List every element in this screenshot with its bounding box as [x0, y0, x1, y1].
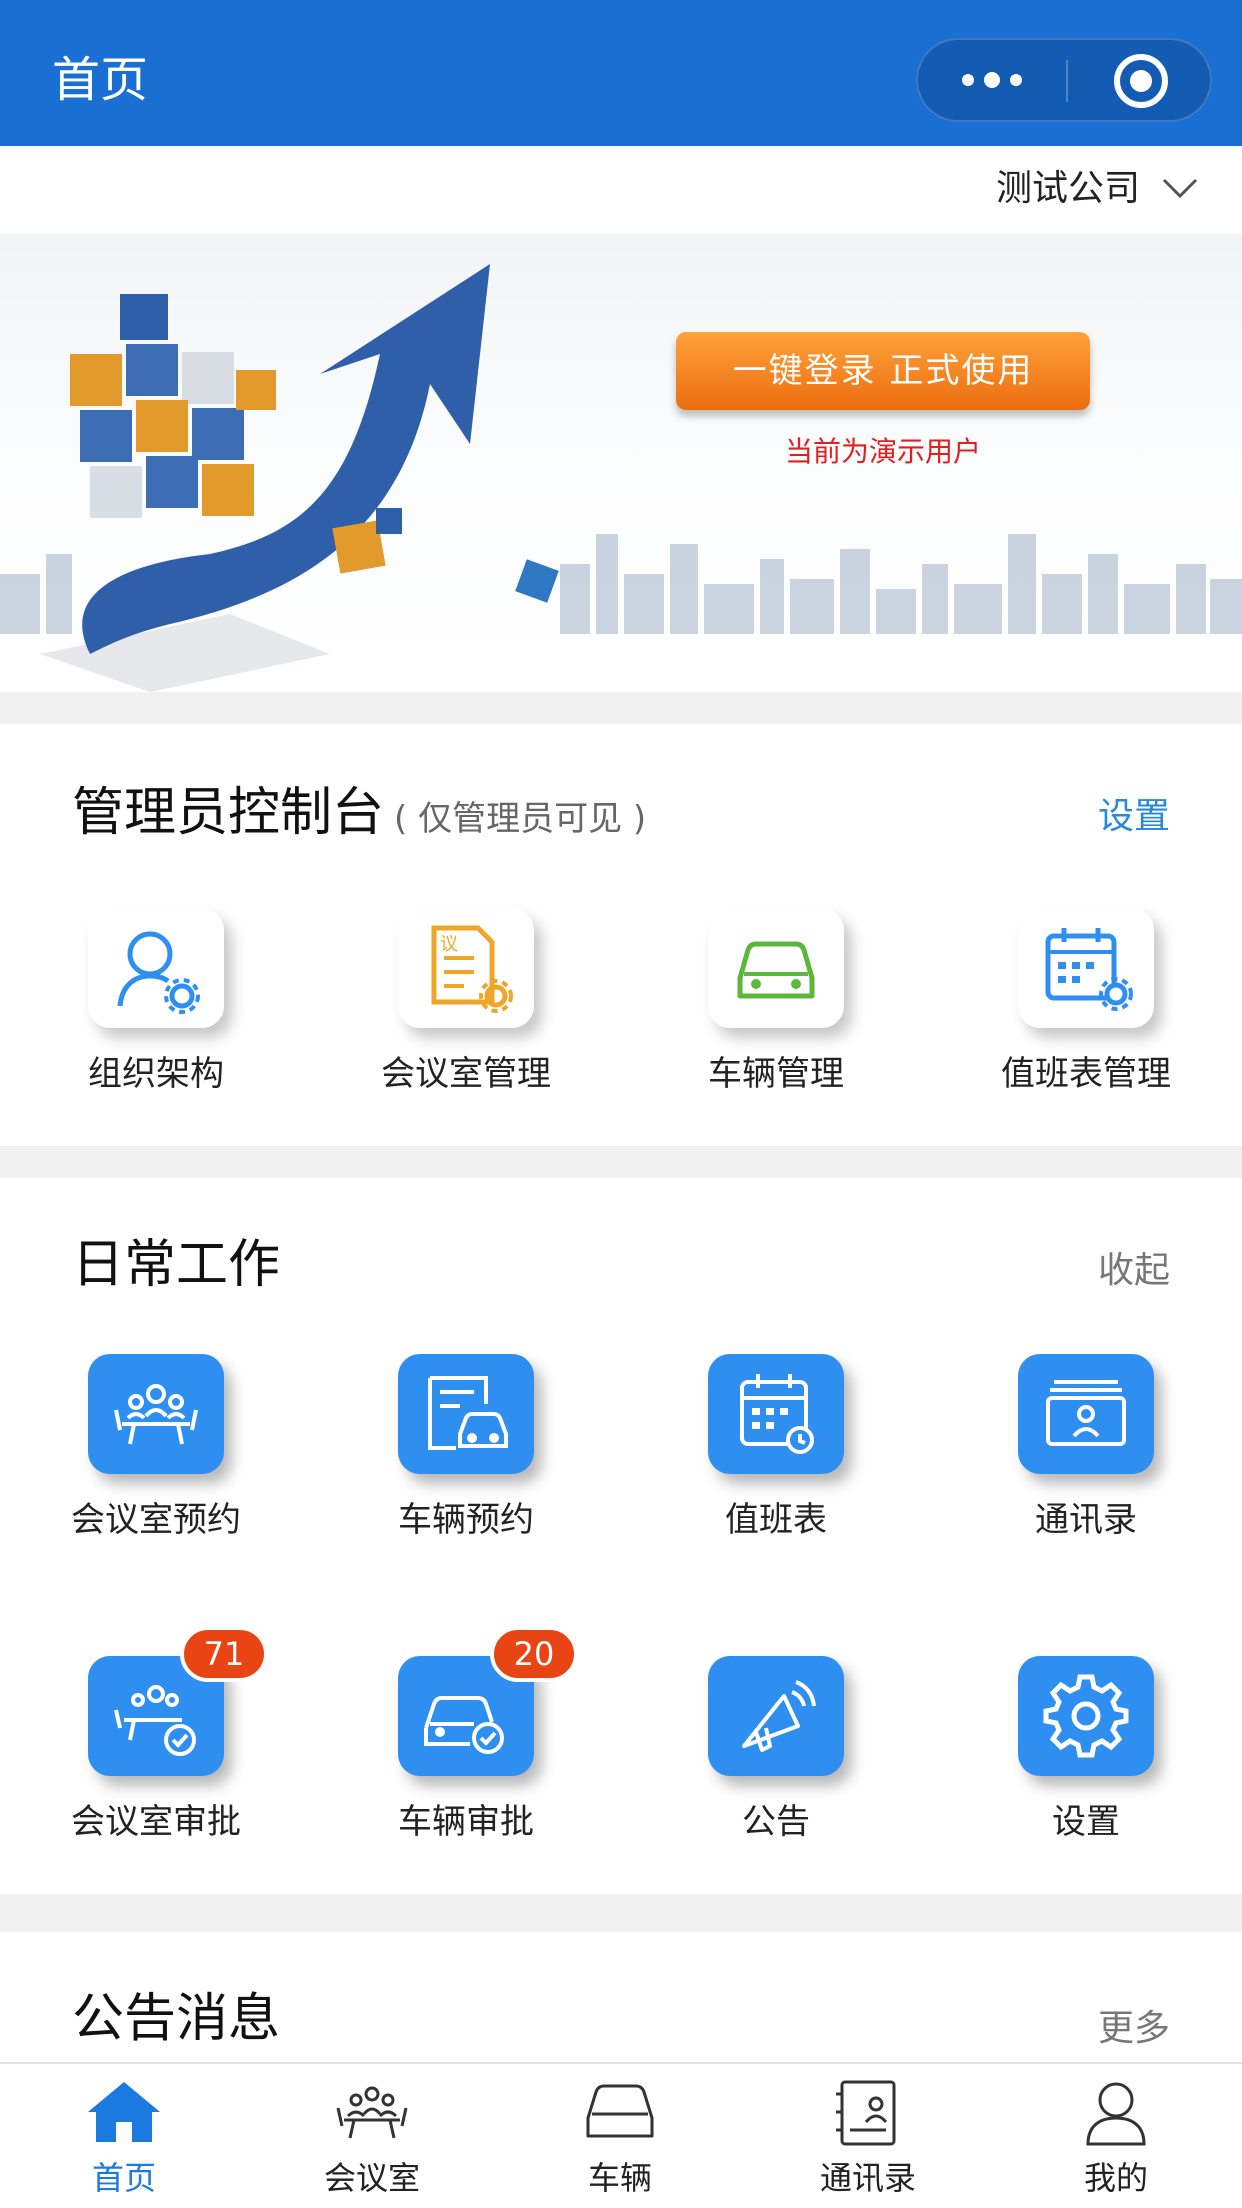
daily-tile-contacts[interactable]: 通讯录 — [936, 1354, 1236, 1544]
admin-tile-label: 会议室管理 — [381, 1054, 551, 1094]
org-user-gear-icon — [117, 931, 200, 1014]
daily-tile-box — [708, 1354, 844, 1474]
more-dots-icon — [962, 72, 1022, 88]
daily-tile-duty[interactable]: 值班表 — [626, 1354, 926, 1544]
admin-tile-duty[interactable]: 值班表管理 — [936, 908, 1236, 1098]
admin-tile-label: 值班表管理 — [1001, 1054, 1171, 1094]
tab-meeting-room[interactable]: 会议室 — [248, 2064, 496, 2208]
admin-tile-meeting-box: 议 — [398, 908, 534, 1028]
capsule-divider — [1066, 60, 1068, 102]
daily-tile-label: 设置 — [1052, 1802, 1120, 1842]
calendar-gear-icon — [1045, 928, 1133, 1011]
daily-tile-car-approval[interactable]: 20 车辆审批 — [316, 1626, 616, 1846]
tab-contacts[interactable]: 通讯录 — [744, 2064, 992, 2208]
daily-tile-label: 车辆预约 — [398, 1500, 534, 1540]
daily-tile-meeting-booking[interactable]: 会议室预约 — [6, 1354, 306, 1544]
user-icon — [1086, 2082, 1146, 2146]
contacts-icon — [1046, 1380, 1126, 1446]
notice-section: 公告消息 更多 — [0, 1932, 1242, 2062]
daily-tile-box: 71 — [88, 1626, 268, 1776]
daily-tile-label: 会议室审批 — [71, 1802, 241, 1842]
daily-tile-car-booking[interactable]: 车辆预约 — [316, 1354, 616, 1544]
page-title: 首页 — [52, 52, 149, 108]
daily-tile-meeting-approval[interactable]: 71 会议室审批 — [6, 1626, 306, 1846]
daily-tile-label: 通讯录 — [1035, 1500, 1137, 1540]
daily-work-section: 日常工作 收起 会议室预约 车辆预约 值班表 通讯录 71 会议室审批 20 车… — [0, 1178, 1242, 1894]
title-bar: 首页 — [0, 0, 1242, 146]
tab-label: 会议室 — [323, 2159, 420, 2197]
one-click-login-button[interactable]: 一键登录 正式使用 — [676, 332, 1090, 410]
tab-label: 车辆 — [587, 2159, 652, 2197]
daily-tile-settings[interactable]: 设置 — [936, 1656, 1236, 1846]
admin-tile-label: 车辆管理 — [708, 1054, 844, 1094]
car-icon — [737, 941, 815, 999]
tab-label: 通讯录 — [819, 2159, 916, 2197]
daily-tile-box: 20 — [398, 1626, 578, 1776]
meeting-room-icon — [336, 2086, 408, 2139]
tab-mine[interactable]: 我的 — [992, 2064, 1240, 2208]
car-approve-icon — [424, 1696, 504, 1754]
car-icon — [586, 2084, 654, 2138]
bottom-tab-bar: 首页 会议室 车辆 通讯录 我的 — [0, 2062, 1242, 2208]
admin-console-heading: 管理员控制台 — [72, 783, 385, 843]
admin-tile-org-box — [88, 908, 224, 1028]
daily-tile-label: 值班表 — [725, 1500, 827, 1540]
svg-text:议: 议 — [440, 934, 458, 955]
chevron-down-icon — [1162, 178, 1198, 199]
daily-tile-box — [1018, 1354, 1154, 1474]
car-booking-icon — [428, 1376, 508, 1450]
tab-home[interactable]: 首页 — [0, 2064, 248, 2208]
admin-tile-vehicle[interactable]: 车辆管理 — [626, 908, 926, 1098]
megaphone-icon — [742, 1680, 816, 1752]
demo-user-note: 当前为演示用户 — [784, 435, 981, 468]
daily-tile-label: 会议室预约 — [71, 1500, 241, 1540]
admin-tile-vehicle-box — [708, 908, 844, 1028]
company-name: 测试公司 — [995, 168, 1140, 209]
admin-tile-org[interactable]: 组织架构 — [6, 908, 306, 1098]
pending-count-badge: 71 — [180, 1626, 268, 1682]
collapse-link[interactable]: 收起 — [1098, 1246, 1170, 1296]
close-target-icon[interactable] — [1114, 54, 1168, 108]
admin-tile-meeting[interactable]: 议 会议室管理 — [316, 908, 616, 1098]
daily-tile-box — [1018, 1656, 1154, 1776]
daily-tile-label: 公告 — [742, 1802, 810, 1842]
more-notices-link[interactable]: 更多 — [1098, 2004, 1170, 2054]
gear-icon — [1043, 1674, 1129, 1758]
daily-work-title: 日常工作 — [72, 1235, 281, 1295]
admin-tile-label: 组织架构 — [88, 1054, 224, 1094]
admin-tile-duty-box — [1018, 908, 1154, 1028]
admin-settings-link[interactable]: 设置 — [1098, 792, 1170, 842]
admin-console-title: 管理员控制台( 仅管理员可见 ) — [72, 778, 646, 854]
meeting-doc-icon: 议 — [431, 925, 513, 1013]
daily-tile-label: 车辆审批 — [398, 1802, 534, 1842]
company-selector[interactable]: 测试公司 — [0, 146, 1242, 234]
daily-tile-box — [708, 1656, 844, 1776]
promo-banner: 一键登录 正式使用 当前为演示用户 — [0, 234, 1242, 692]
tab-vehicle[interactable]: 车辆 — [496, 2064, 744, 2208]
meeting-room-icon — [114, 1384, 198, 1445]
mini-program-capsule — [916, 38, 1212, 122]
pending-count-badge: 20 — [490, 1626, 578, 1682]
admin-console-section: 管理员控制台( 仅管理员可见 ) 设置 组织架构 议 会议室管理 车辆管理 值班… — [0, 724, 1242, 1146]
home-icon — [88, 2082, 160, 2142]
contacts-icon — [836, 2080, 896, 2146]
admin-only-note: ( 仅管理员可见 ) — [394, 799, 647, 839]
tab-label: 首页 — [91, 2159, 156, 2197]
daily-tile-box — [398, 1354, 534, 1474]
meeting-approve-icon — [114, 1685, 196, 1756]
notice-title: 公告消息 — [72, 1989, 281, 2049]
daily-tile-box — [88, 1354, 224, 1474]
more-menu-button[interactable] — [918, 40, 1066, 120]
tab-label: 我的 — [1083, 2159, 1148, 2197]
duty-calendar-icon — [740, 1374, 814, 1454]
daily-tile-announcement[interactable]: 公告 — [626, 1656, 926, 1846]
